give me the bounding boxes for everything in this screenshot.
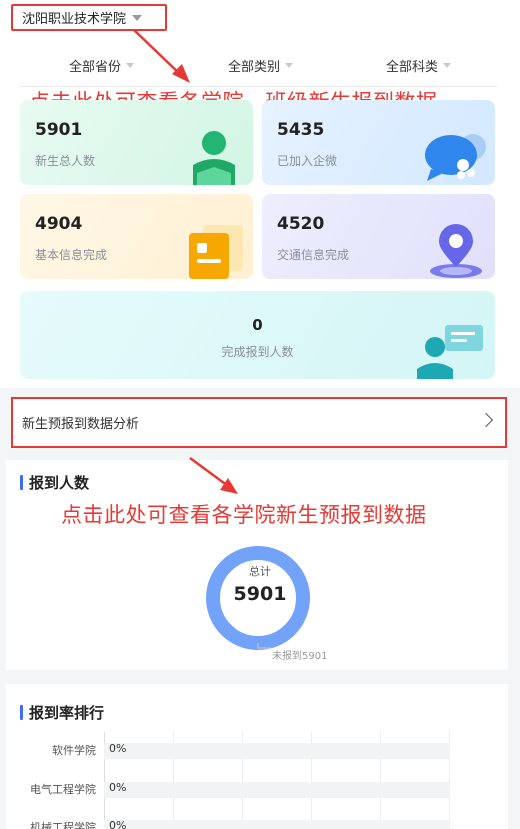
caret-down-icon [443, 63, 452, 68]
stat-label: 新生总人数 [35, 154, 96, 168]
category-filter[interactable]: 全部类别 [228, 56, 294, 75]
school-name: 沈阳职业技术学院 [22, 12, 127, 27]
stat-card-checked-in[interactable]: 0 完成报到人数 [20, 291, 495, 379]
category-filter-label: 全部类别 [228, 60, 281, 75]
subject-filter-label: 全部科类 [386, 60, 439, 75]
stat-card-basic-info[interactable]: 4904 基本信息完成 [20, 194, 253, 279]
ranking-bar-track [104, 782, 450, 798]
person-message-icon [417, 325, 483, 379]
ranking-title: 报到率排行 [20, 702, 104, 723]
caret-down-icon [132, 14, 143, 21]
province-filter-label: 全部省份 [69, 60, 122, 75]
ranking-rate-value: 0% [109, 819, 127, 829]
checkin-title-text: 报到人数 [29, 474, 90, 492]
ranking-bar-track [104, 743, 450, 759]
ranking-row[interactable]: 机械工程学院 0% [0, 819, 520, 829]
title-accent-bar [20, 475, 23, 490]
preregistration-analysis-link[interactable]: 新生预报到数据分析 [11, 397, 507, 448]
stat-value: 5901 [35, 120, 83, 140]
stat-label: 已加入企微 [277, 154, 338, 168]
ranking-rate-value: 0% [109, 781, 127, 794]
ranking-rate-value: 0% [109, 742, 127, 755]
stat-label: 基本信息完成 [35, 248, 108, 262]
stat-card-total[interactable]: 5901 新生总人数 [20, 100, 253, 185]
annotation-arrow-icon [133, 29, 190, 83]
ranking-row[interactable]: 软件学院 0% [0, 742, 520, 762]
ranking-bar-track [104, 820, 450, 829]
donut-total-value: 5901 [233, 583, 287, 605]
subject-filter[interactable]: 全部科类 [386, 56, 452, 75]
filter-bar: 全部省份 全部类别 全部科类 [0, 56, 520, 76]
checkin-title: 报到人数 [20, 472, 89, 493]
location-pin-icon [430, 224, 482, 278]
stat-card-transport-info[interactable]: 4520 交通信息完成 [262, 194, 495, 279]
ranking-college-name: 机械工程学院 [30, 821, 96, 829]
stat-value: 4520 [277, 214, 325, 234]
reading-student-icon [193, 131, 235, 185]
stat-value: 4904 [35, 214, 83, 234]
chevron-right-icon [478, 412, 494, 428]
ranking-title-text: 报到率排行 [29, 704, 105, 722]
ranking-college-name: 电气工程学院 [30, 783, 96, 796]
ranking-college-name: 软件学院 [52, 744, 96, 757]
document-folder-icon [189, 225, 243, 279]
ranking-row[interactable]: 电气工程学院 0% [0, 781, 520, 801]
stat-label: 交通信息完成 [277, 248, 350, 262]
annotation-arrow-icon [189, 456, 238, 494]
donut-legend: 未报到5901 [272, 651, 328, 662]
caret-down-icon [285, 63, 294, 68]
analysis-label: 新生预报到数据分析 [22, 417, 140, 432]
chat-bubble-icon [425, 134, 486, 181]
stat-value: 5435 [277, 120, 325, 140]
province-filter[interactable]: 全部省份 [69, 56, 135, 75]
annotation-mid: 点击此处可查看各学院新生预报到数据 [61, 503, 427, 527]
title-accent-bar [20, 705, 23, 720]
donut-total-label: 总计 [249, 565, 271, 578]
stat-card-wecom[interactable]: 5435 已加入企微 [262, 100, 495, 185]
